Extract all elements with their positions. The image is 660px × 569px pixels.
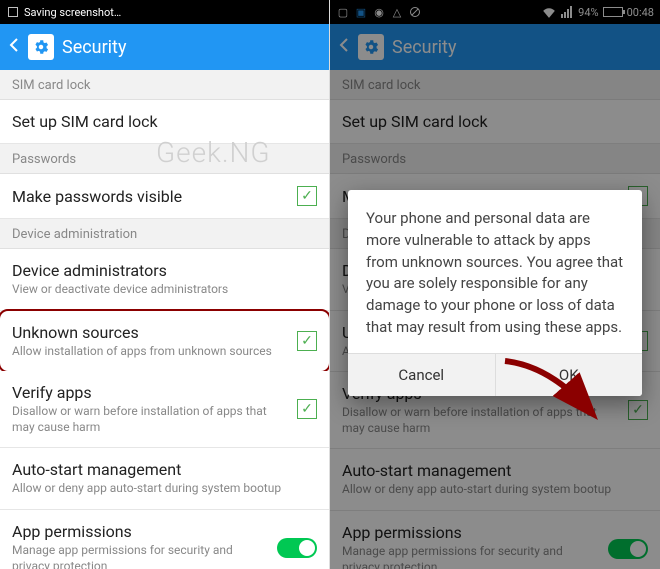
back-icon[interactable]: [8, 37, 20, 58]
action-bar: Security: [0, 24, 329, 70]
settings-gear-icon: [28, 34, 54, 60]
row-sub: Manage app permissions for security and …: [12, 543, 269, 569]
row-unknown-sources[interactable]: Unknown sources Allow installation of ap…: [0, 309, 330, 374]
toggle-switch[interactable]: [277, 538, 317, 558]
row-passwords-visible[interactable]: Make passwords visible ✓: [0, 174, 329, 219]
row-title: Verify apps: [12, 383, 289, 402]
row-title: App permissions: [12, 522, 269, 541]
section-passwords: Passwords: [0, 144, 329, 174]
checkbox-icon[interactable]: ✓: [297, 331, 317, 351]
screenshot-icon: [6, 5, 20, 19]
row-device-administrators[interactable]: Device administrators View or deactivate…: [0, 249, 329, 311]
row-verify-apps[interactable]: Verify apps Disallow or warn before inst…: [0, 371, 329, 448]
row-title: Auto-start management: [12, 460, 317, 479]
row-sub: Disallow or warn before installation of …: [12, 404, 289, 435]
checkbox-icon[interactable]: ✓: [297, 399, 317, 419]
section-sim: SIM card lock: [0, 70, 329, 100]
row-sub: Allow or deny app auto-start during syst…: [12, 481, 317, 497]
row-autostart[interactable]: Auto-start management Allow or deny app …: [0, 448, 329, 510]
section-device-admin: Device administration: [0, 219, 329, 249]
row-title: Set up SIM card lock: [12, 112, 317, 131]
row-title: Device administrators: [12, 261, 317, 280]
cancel-button[interactable]: Cancel: [348, 354, 496, 396]
row-sub: Allow installation of apps from unknown …: [12, 344, 289, 360]
phone-left: Saving screenshot… Security SIM card loc…: [0, 0, 330, 569]
status-text: Saving screenshot…: [24, 6, 121, 19]
dialog-body: Your phone and personal data are more vu…: [348, 190, 642, 353]
row-sim-lock[interactable]: Set up SIM card lock: [0, 100, 329, 144]
confirm-dialog: Your phone and personal data are more vu…: [348, 190, 642, 396]
ok-button[interactable]: OK: [496, 354, 643, 396]
row-app-permissions[interactable]: App permissions Manage app permissions f…: [0, 510, 329, 569]
page-title: Security: [62, 37, 126, 58]
checkbox-icon[interactable]: ✓: [297, 186, 317, 206]
status-bar: Saving screenshot…: [0, 0, 329, 24]
row-sub: View or deactivate device administrators: [12, 282, 317, 298]
row-title: Unknown sources: [12, 323, 289, 342]
row-title: Make passwords visible: [12, 187, 289, 206]
phone-right: ▢ ▣ ◉ △ 94% 00:48: [330, 0, 660, 569]
